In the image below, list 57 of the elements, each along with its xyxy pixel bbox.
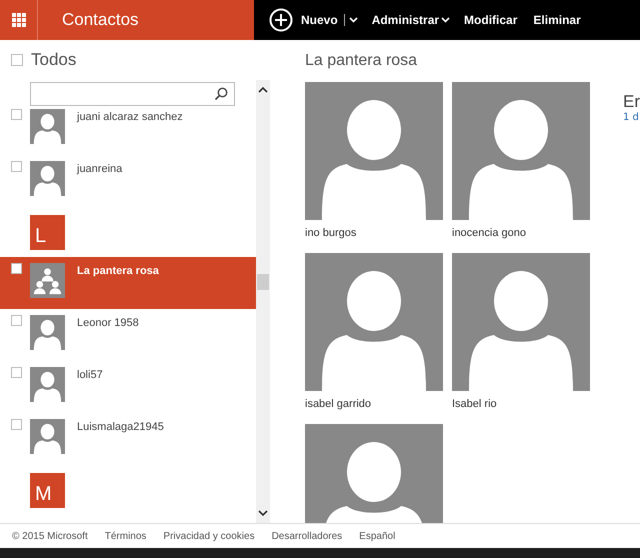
letter-heading[interactable]: L <box>30 214 65 250</box>
chevron-down-icon[interactable] <box>258 510 268 517</box>
contact-name: Leonor 1958 <box>77 317 139 329</box>
contact-name: juani alcaraz sanchez <box>77 111 183 123</box>
person-placeholder-icon[interactable] <box>305 424 443 523</box>
section-title: Er <box>623 92 640 112</box>
command-button[interactable]: Nuevo <box>299 13 340 27</box>
contact-checkbox[interactable] <box>11 109 22 120</box>
contact-checkbox[interactable] <box>11 161 22 172</box>
person-avatar-icon <box>30 161 65 196</box>
footer-link[interactable]: Desarrolladores <box>272 530 342 542</box>
contact-item[interactable]: Luismalaga21945 <box>0 413 256 465</box>
person-avatar-icon <box>30 315 65 350</box>
contact-item[interactable]: Leonor 1958 <box>0 309 256 361</box>
contact-checkbox[interactable] <box>11 263 22 274</box>
app-title: Contactos <box>62 10 139 30</box>
footer-link[interactable]: Privacidad y cookies <box>163 530 255 542</box>
command-button[interactable]: Administrar <box>370 13 442 27</box>
person-placeholder-icon[interactable] <box>305 82 443 220</box>
contact-checkbox[interactable] <box>11 315 22 326</box>
contact-name: juanreina <box>77 163 122 175</box>
person-avatar-icon <box>30 419 65 454</box>
group-avatar-icon <box>30 263 65 298</box>
add-icon[interactable] <box>269 8 293 32</box>
chevron-up-icon[interactable] <box>258 86 268 93</box>
footer-link[interactable]: © 2015 Microsoft <box>12 530 88 542</box>
contact-item[interactable]: juani alcaraz sanchez <box>0 109 256 155</box>
person-placeholder-icon[interactable] <box>305 253 443 391</box>
contact-checkbox[interactable] <box>11 419 22 430</box>
contact-name: loli57 <box>77 369 103 381</box>
scrollbar[interactable] <box>256 80 270 523</box>
contact-checkbox[interactable] <box>11 367 22 378</box>
command-button[interactable]: Modificar <box>462 13 520 27</box>
scrollbar-thumb[interactable] <box>257 274 269 290</box>
member-name[interactable]: Isabel rio <box>452 391 590 417</box>
contact-item[interactable]: loli57 <box>0 361 256 413</box>
search-field[interactable] <box>30 82 235 106</box>
footer-link[interactable]: Términos <box>104 530 146 542</box>
person-placeholder-icon[interactable] <box>452 253 590 391</box>
footer-link[interactable]: Español <box>359 530 396 542</box>
letter-heading[interactable]: M <box>30 472 65 508</box>
command-button[interactable]: Eliminar <box>531 13 583 27</box>
member-name[interactable]: ino burgos <box>305 220 443 246</box>
search-icon[interactable] <box>214 87 228 101</box>
member-name[interactable]: inocencia gono <box>452 220 590 246</box>
list-heading: Todos <box>31 50 76 70</box>
member-name[interactable]: isabel garrido <box>305 391 443 417</box>
group-title: La pantera rosa <box>305 52 418 71</box>
section-text: 1 d <box>623 112 640 123</box>
select-all-checkbox[interactable] <box>11 54 23 66</box>
contact-item[interactable]: La pantera rosa <box>0 257 256 309</box>
contact-name: La pantera rosa <box>77 265 159 277</box>
person-placeholder-icon[interactable] <box>452 82 590 220</box>
person-avatar-icon <box>30 367 65 402</box>
contact-name: Luismalaga21945 <box>77 421 164 433</box>
contact-item[interactable]: juanreina <box>0 155 256 207</box>
person-avatar-icon <box>30 109 65 144</box>
